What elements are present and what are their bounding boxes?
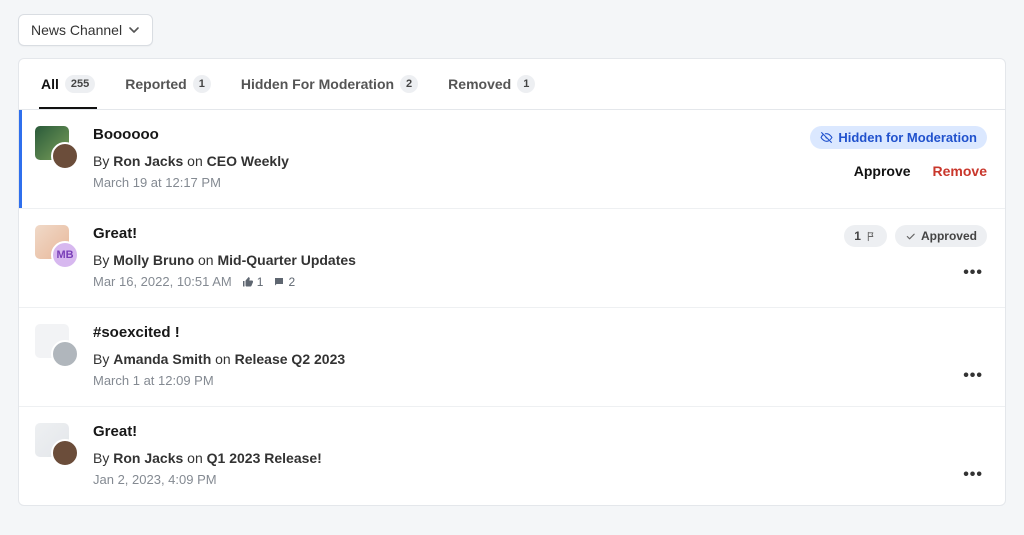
flag-icon	[866, 231, 877, 242]
tab-count: 1	[517, 75, 535, 93]
item-date: Mar 16, 2022, 10:51 AM 1 2	[93, 274, 844, 289]
status-badge: Hidden for Moderation	[810, 126, 987, 149]
approve-button[interactable]: Approve	[854, 163, 911, 179]
remove-button[interactable]: Remove	[933, 163, 987, 179]
channel-select[interactable]: News Channel	[18, 14, 153, 46]
check-icon	[905, 231, 916, 242]
thumbs-up-icon	[242, 276, 254, 288]
item-body: Great! By Ron Jacks on Q1 2023 Release! …	[93, 423, 959, 487]
comment-icon	[273, 276, 285, 288]
approved-chip: Approved	[895, 225, 987, 247]
author: Amanda Smith	[113, 351, 211, 367]
list-item[interactable]: Great! By Ron Jacks on Q1 2023 Release! …	[19, 407, 1005, 505]
moderation-panel: All 255 Reported 1 Hidden For Moderation…	[18, 58, 1006, 506]
channel-select-label: News Channel	[31, 22, 122, 38]
tab-label: All	[41, 76, 59, 92]
tab-count: 255	[65, 75, 95, 93]
more-button[interactable]: •••	[959, 261, 987, 285]
tab-hidden[interactable]: Hidden For Moderation 2	[239, 59, 420, 109]
author: Ron Jacks	[113, 153, 183, 169]
item-right: •••	[959, 324, 987, 388]
list-item[interactable]: MB Great! By Molly Bruno on Mid-Quarter …	[19, 209, 1005, 308]
item-body: Boooooo By Ron Jacks on CEO Weekly March…	[93, 126, 810, 190]
item-actions: Approve Remove	[854, 163, 987, 179]
item-right: Hidden for Moderation Approve Remove	[810, 126, 987, 190]
tab-label: Hidden For Moderation	[241, 76, 394, 92]
avatar: MB	[51, 241, 79, 269]
item-title: Great!	[93, 225, 844, 242]
post-name: Release Q2 2023	[235, 351, 346, 367]
tabs: All 255 Reported 1 Hidden For Moderation…	[19, 59, 1005, 110]
avatar	[51, 439, 79, 467]
post-name: CEO Weekly	[207, 153, 289, 169]
item-date: Jan 2, 2023, 4:09 PM	[93, 472, 959, 487]
author: Ron Jacks	[113, 450, 183, 466]
tab-label: Reported	[125, 76, 186, 92]
item-body: Great! By Molly Bruno on Mid-Quarter Upd…	[93, 225, 844, 289]
item-thumbs	[35, 126, 79, 190]
eye-off-icon	[820, 131, 833, 144]
item-thumbs	[35, 423, 79, 487]
likes-stat: 1	[242, 275, 264, 289]
replies-stat: 2	[273, 275, 295, 289]
list-item[interactable]: #soexcited ! By Amanda Smith on Release …	[19, 308, 1005, 407]
item-meta: By Molly Bruno on Mid-Quarter Updates	[93, 252, 844, 268]
chevron-down-icon	[128, 24, 140, 36]
item-title: Boooooo	[93, 126, 810, 143]
more-button[interactable]: •••	[959, 463, 987, 487]
tab-all[interactable]: All 255	[39, 59, 97, 109]
item-title: Great!	[93, 423, 959, 440]
tab-count: 2	[400, 75, 418, 93]
post-name: Mid-Quarter Updates	[217, 252, 355, 268]
post-name: Q1 2023 Release!	[207, 450, 322, 466]
item-date: March 1 at 12:09 PM	[93, 373, 959, 388]
tab-reported[interactable]: Reported 1	[123, 59, 213, 109]
tab-label: Removed	[448, 76, 511, 92]
item-date: March 19 at 12:17 PM	[93, 175, 810, 190]
item-title: #soexcited !	[93, 324, 959, 341]
item-thumbs: MB	[35, 225, 79, 289]
tab-count: 1	[193, 75, 211, 93]
author: Molly Bruno	[113, 252, 194, 268]
tab-removed[interactable]: Removed 1	[446, 59, 537, 109]
flags-chip[interactable]: 1	[844, 225, 887, 247]
list-item[interactable]: Boooooo By Ron Jacks on CEO Weekly March…	[19, 110, 1005, 209]
item-meta: By Ron Jacks on Q1 2023 Release!	[93, 450, 959, 466]
avatar	[51, 340, 79, 368]
item-thumbs	[35, 324, 79, 388]
item-meta: By Amanda Smith on Release Q2 2023	[93, 351, 959, 367]
avatar	[51, 142, 79, 170]
item-right: •••	[959, 423, 987, 487]
more-button[interactable]: •••	[959, 364, 987, 388]
item-body: #soexcited ! By Amanda Smith on Release …	[93, 324, 959, 388]
item-meta: By Ron Jacks on CEO Weekly	[93, 153, 810, 169]
item-right: 1 Approved •••	[844, 225, 987, 289]
